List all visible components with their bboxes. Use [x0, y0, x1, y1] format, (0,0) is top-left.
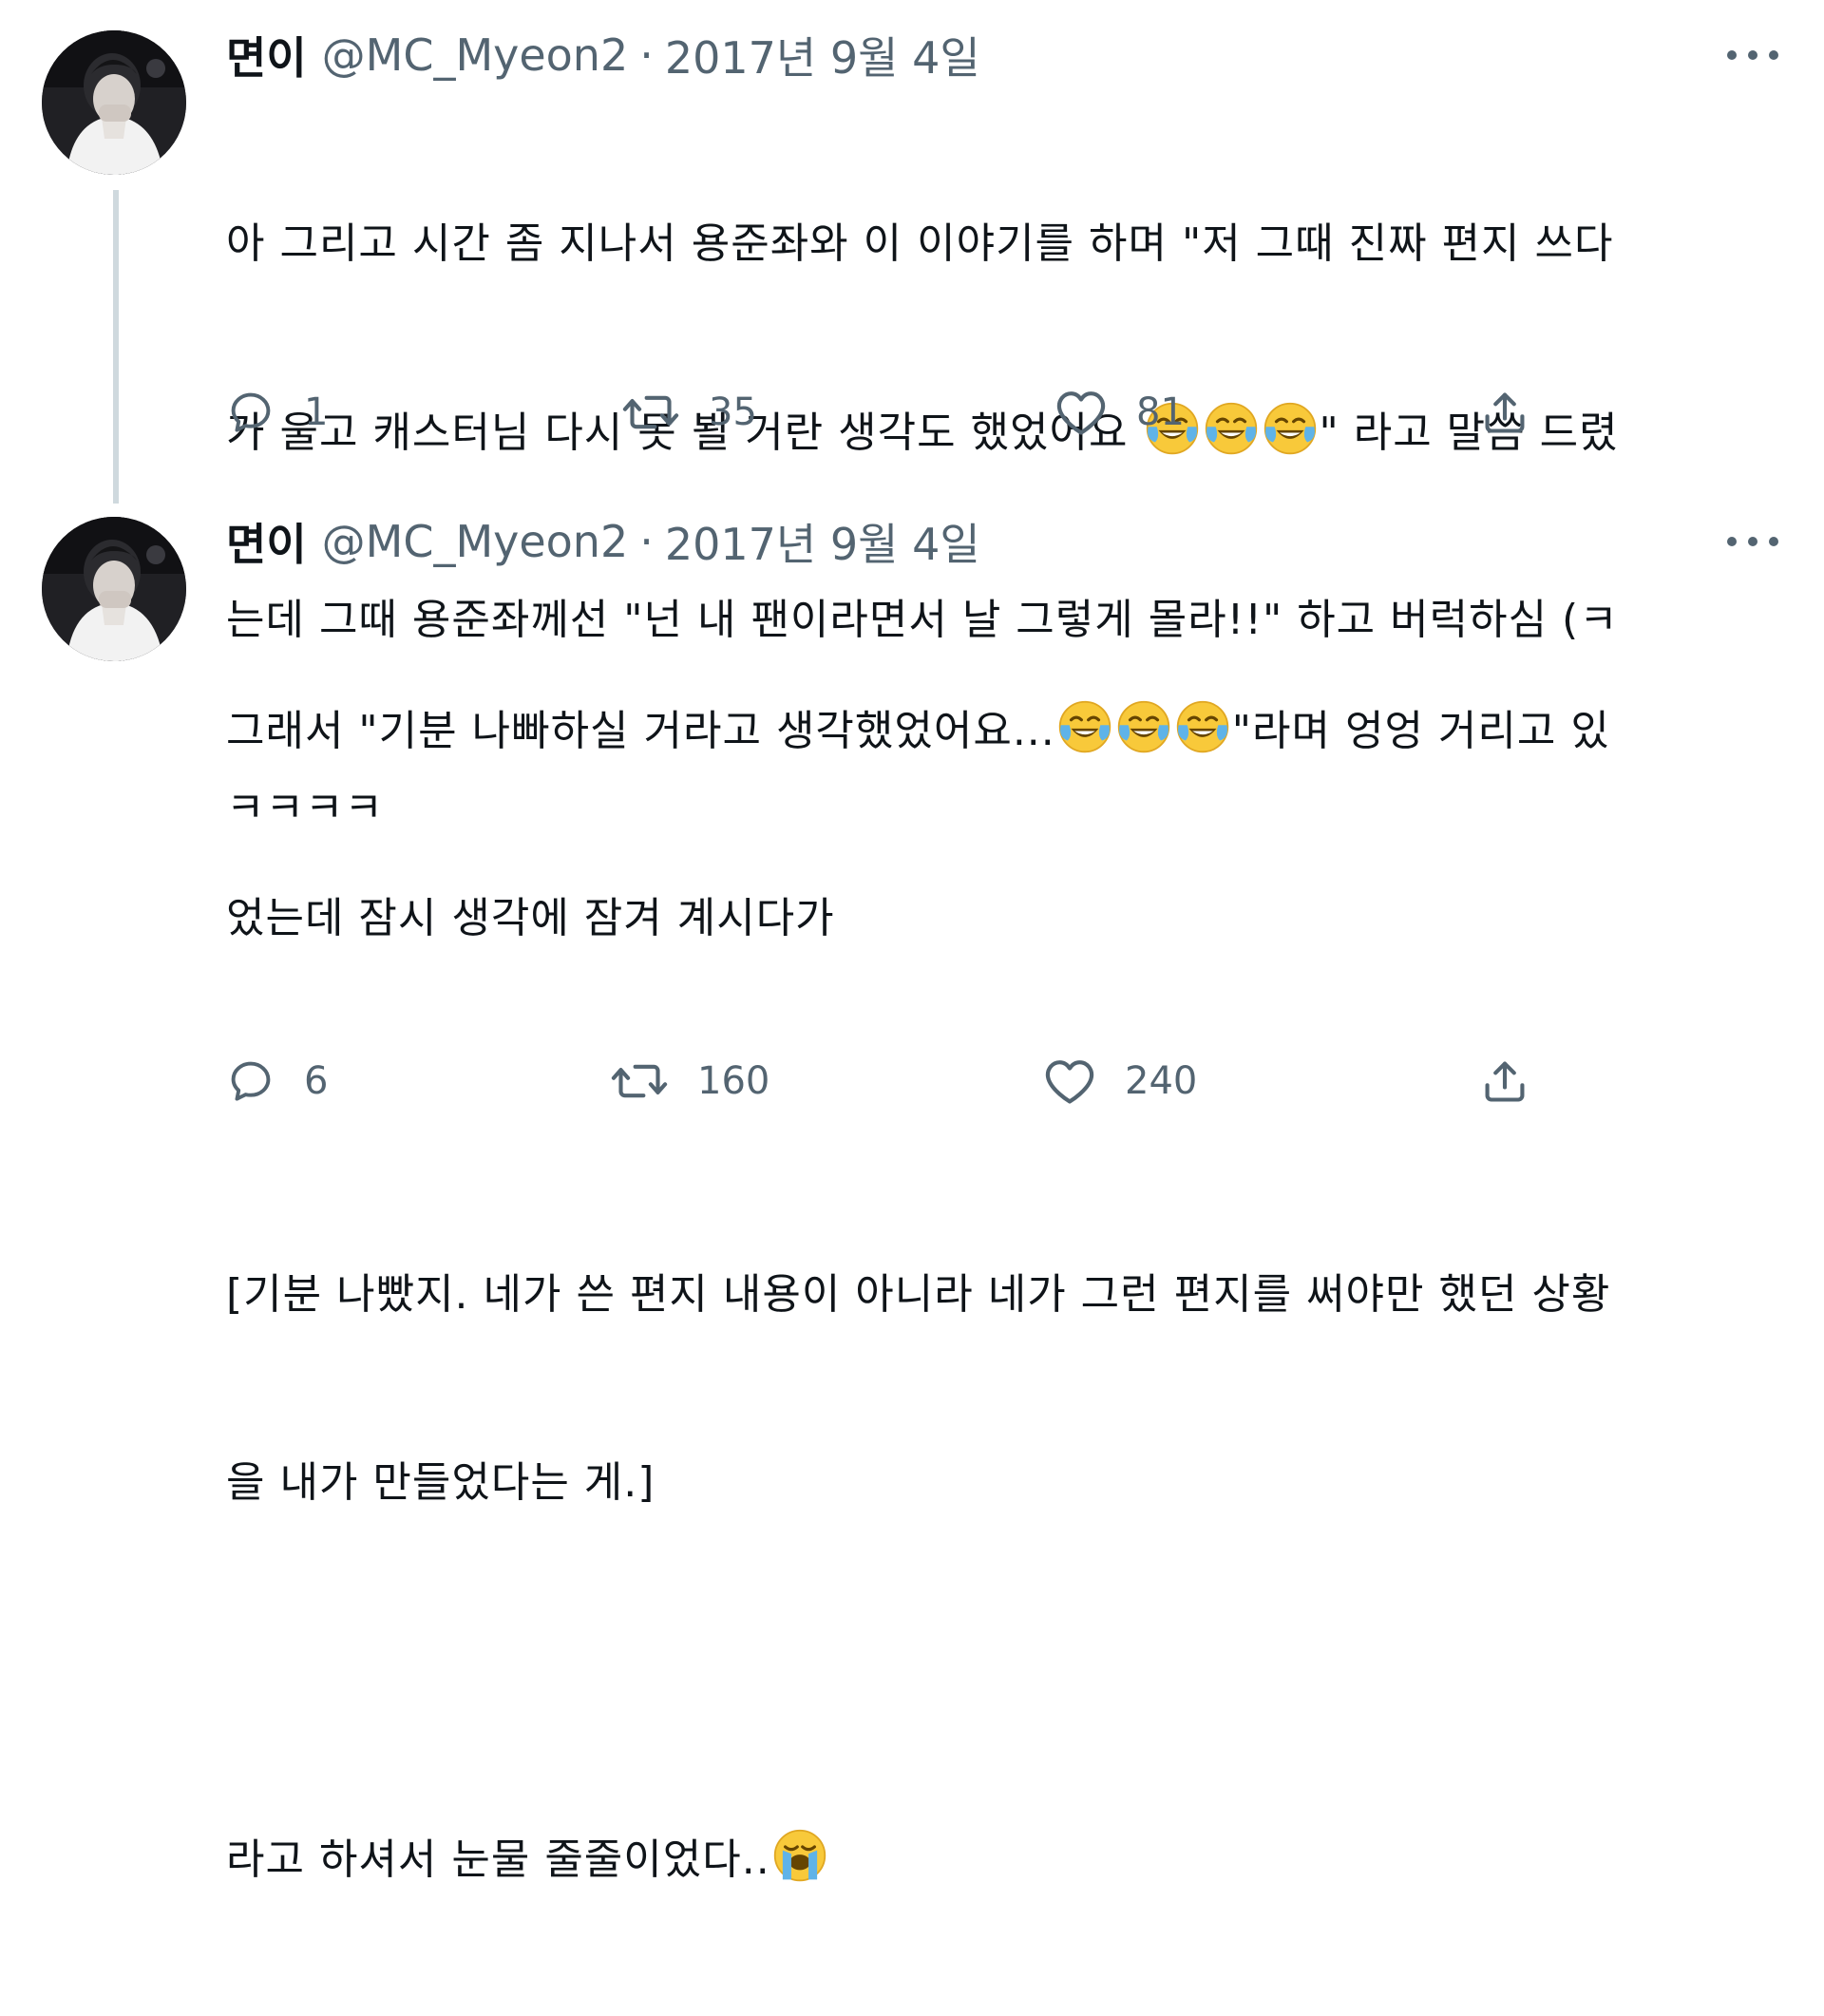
share-button[interactable]	[1480, 1053, 1530, 1110]
tweet-header: 면이 @MC_Myeon2 · 2017년 9월 4일	[226, 513, 980, 570]
joy-emoji-icon	[1175, 699, 1230, 754]
sob-emoji-icon	[772, 1828, 827, 1883]
more-icon[interactable]	[1727, 532, 1778, 551]
like-count: 240	[1125, 1059, 1198, 1103]
tweet-text-line: 었는데 잠시 생각에 잠겨 계시다가	[226, 894, 835, 942]
retweet-count: 35	[709, 390, 757, 434]
author-name[interactable]: 면이	[226, 510, 307, 573]
joy-emoji-icon	[1057, 699, 1112, 754]
tweet-actions: 1 35 81	[226, 384, 1556, 441]
share-icon	[1485, 1061, 1525, 1102]
retweet-icon	[622, 395, 679, 429]
author-name[interactable]: 면이	[226, 24, 307, 86]
retweet-button[interactable]: 35	[621, 384, 757, 441]
heart-icon	[1056, 391, 1106, 435]
tweet-text-line: 그래서 "기분 나빠하실 거라고 생각했었어요... "라며 엉엉 거리고 있	[226, 699, 1784, 762]
like-count: 81	[1136, 390, 1185, 434]
tweet-text-line: 라고 하셔서 눈물 줄줄이었다..	[226, 1828, 1784, 1891]
like-button[interactable]: 240	[1043, 1053, 1197, 1110]
share-icon	[1485, 392, 1525, 433]
like-button[interactable]: 81	[1054, 384, 1185, 441]
retweet-count: 160	[697, 1059, 770, 1103]
reply-count: 6	[304, 1059, 329, 1103]
tweet-date[interactable]: 2017년 9월 4일	[665, 24, 980, 86]
reply-button[interactable]: 6	[226, 1053, 328, 1110]
joy-emoji-icon	[1116, 699, 1171, 754]
more-icon[interactable]	[1727, 46, 1778, 65]
author-handle[interactable]: @MC_Myeon2	[322, 516, 629, 567]
tweet-text-line: 을 내가 만들었다는 게.]	[226, 1458, 656, 1507]
tweet-header: 면이 @MC_Myeon2 · 2017년 9월 4일	[226, 27, 980, 84]
thread-connector-line	[113, 190, 119, 504]
avatar[interactable]	[42, 517, 186, 661]
separator-dot: ·	[639, 516, 654, 567]
heart-icon	[1045, 1060, 1094, 1104]
reply-icon	[231, 392, 271, 432]
author-handle[interactable]: @MC_Myeon2	[322, 29, 629, 81]
reply-icon	[231, 1061, 271, 1101]
reply-count: 1	[304, 390, 329, 434]
separator-dot: ·	[639, 29, 654, 81]
share-button[interactable]	[1480, 384, 1530, 441]
tweet-text-line: 아 그리고 시간 좀 지나서 용준좌와 이 이야기를 하며 "저 그때 진짜 편…	[226, 219, 1614, 268]
retweet-icon	[611, 1064, 668, 1098]
tweet-text-line: [기분 나빴지. 네가 쓴 편지 내용이 아니라 네가 그런 편지를 써야만 했…	[226, 1270, 1611, 1319]
tweet-actions: 6 160 240	[226, 1053, 1556, 1110]
tweet-text: 그래서 "기분 나빠하실 거라고 생각했었어요... "라며 엉엉 거리고 있 었…	[226, 574, 1784, 2016]
retweet-button[interactable]: 160	[610, 1053, 770, 1110]
reply-button[interactable]: 1	[226, 384, 328, 441]
avatar[interactable]	[42, 30, 186, 175]
tweet-date[interactable]: 2017년 9월 4일	[665, 510, 980, 573]
